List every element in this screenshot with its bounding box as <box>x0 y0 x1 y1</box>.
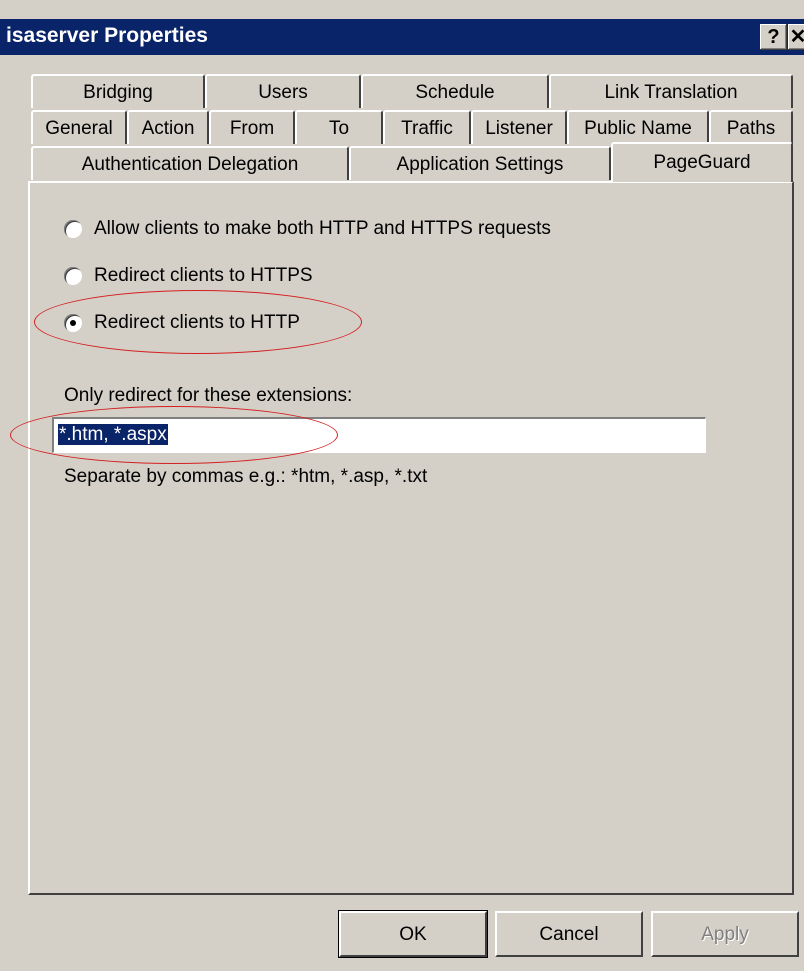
window-title: isaserver Properties <box>6 24 208 47</box>
option-redirect-http[interactable]: Redirect clients to HTTP <box>64 309 300 337</box>
option-allow-both-label: Allow clients to make both HTTP and HTTP… <box>94 218 551 239</box>
ok-button[interactable]: OK <box>339 911 487 957</box>
tab-authentication-delegation[interactable]: Authentication Delegation <box>31 146 349 180</box>
option-redirect-https[interactable]: Redirect clients to HTTPS <box>64 262 313 290</box>
properties-dialog: isaserver Properties ? ✕ Bridging Users … <box>0 0 804 971</box>
extensions-label: Only redirect for these extensions: <box>64 385 353 406</box>
tab-schedule[interactable]: Schedule <box>361 74 549 108</box>
extensions-input[interactable]: *.htm, *.aspx <box>52 417 706 453</box>
tab-from[interactable]: From <box>209 110 295 144</box>
option-redirect-https-label: Redirect clients to HTTPS <box>94 265 313 286</box>
title-bar[interactable]: isaserver Properties ? ✕ <box>0 19 804 55</box>
tab-listener[interactable]: Listener <box>471 110 567 144</box>
radio-checked-icon[interactable] <box>64 314 82 332</box>
tab-bridging[interactable]: Bridging <box>31 74 205 108</box>
tab-traffic[interactable]: Traffic <box>383 110 471 144</box>
tab-users[interactable]: Users <box>205 74 361 108</box>
radio-icon[interactable] <box>64 267 82 285</box>
help-icon[interactable]: ? <box>760 24 787 50</box>
close-icon[interactable]: ✕ <box>788 24 804 50</box>
apply-button[interactable]: Apply <box>651 911 799 957</box>
tab-application-settings[interactable]: Application Settings <box>349 146 611 180</box>
tab-pageguard[interactable]: PageGuard <box>611 142 793 182</box>
option-allow-both[interactable]: Allow clients to make both HTTP and HTTP… <box>64 215 551 243</box>
tab-action[interactable]: Action <box>127 110 209 144</box>
tab-link-translation[interactable]: Link Translation <box>549 74 793 108</box>
extensions-hint: Separate by commas e.g.: *htm, *.asp, *.… <box>64 466 428 487</box>
option-redirect-http-label: Redirect clients to HTTP <box>94 312 300 333</box>
cancel-button[interactable]: Cancel <box>495 911 643 957</box>
tab-paths[interactable]: Paths <box>709 110 793 144</box>
extensions-value: *.htm, *.aspx <box>58 424 168 445</box>
radio-icon[interactable] <box>64 220 82 238</box>
tab-to[interactable]: To <box>295 110 383 144</box>
tab-general[interactable]: General <box>31 110 127 144</box>
tab-public-name[interactable]: Public Name <box>567 110 709 144</box>
